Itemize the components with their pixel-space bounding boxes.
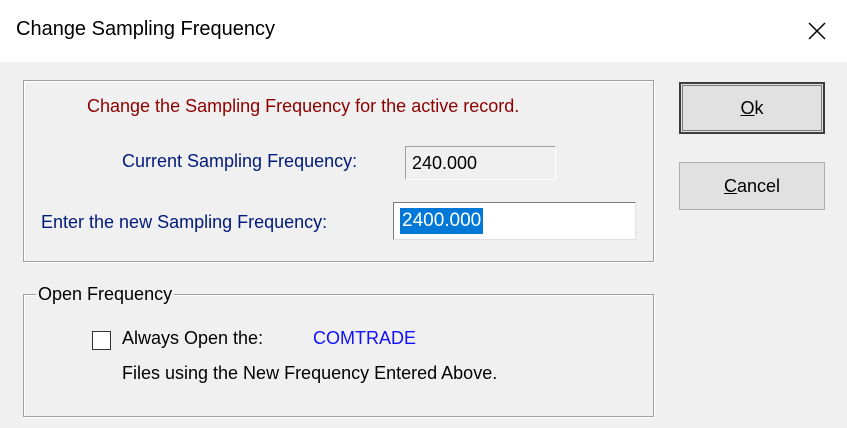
dialog-body: Change the Sampling Frequency for the ac… — [0, 62, 847, 428]
cancel-hotkey: C — [723, 175, 737, 196]
cancel-button[interactable]: Cancel — [679, 162, 825, 210]
ok-label: k — [754, 97, 764, 118]
close-button[interactable] — [787, 0, 847, 62]
ok-button[interactable]: Ok — [679, 82, 825, 134]
title-bar: Change Sampling Frequency — [0, 0, 847, 62]
current-frequency-value: 240.000 — [405, 146, 556, 180]
new-frequency-value: 2400.000 — [400, 208, 484, 234]
window-title: Change Sampling Frequency — [16, 18, 276, 40]
cancel-label: ancel — [736, 175, 781, 196]
file-format-value: COMTRADE — [313, 328, 416, 348]
ok-hotkey: O — [740, 97, 755, 118]
always-open-label: Always Open the: — [122, 328, 264, 348]
always-open-checkbox[interactable] — [92, 331, 111, 350]
close-icon — [808, 22, 826, 40]
instruction-text: Change the Sampling Frequency for the ac… — [87, 96, 520, 116]
new-frequency-input[interactable]: 2400.000 — [393, 202, 636, 240]
current-frequency-label: Current Sampling Frequency: — [122, 151, 358, 171]
open-frequency-legend: Open Frequency — [36, 284, 175, 305]
new-frequency-label: Enter the new Sampling Frequency: — [41, 212, 328, 232]
open-frequency-description: Files using the New Frequency Entered Ab… — [122, 363, 498, 383]
open-frequency-group — [23, 294, 654, 417]
